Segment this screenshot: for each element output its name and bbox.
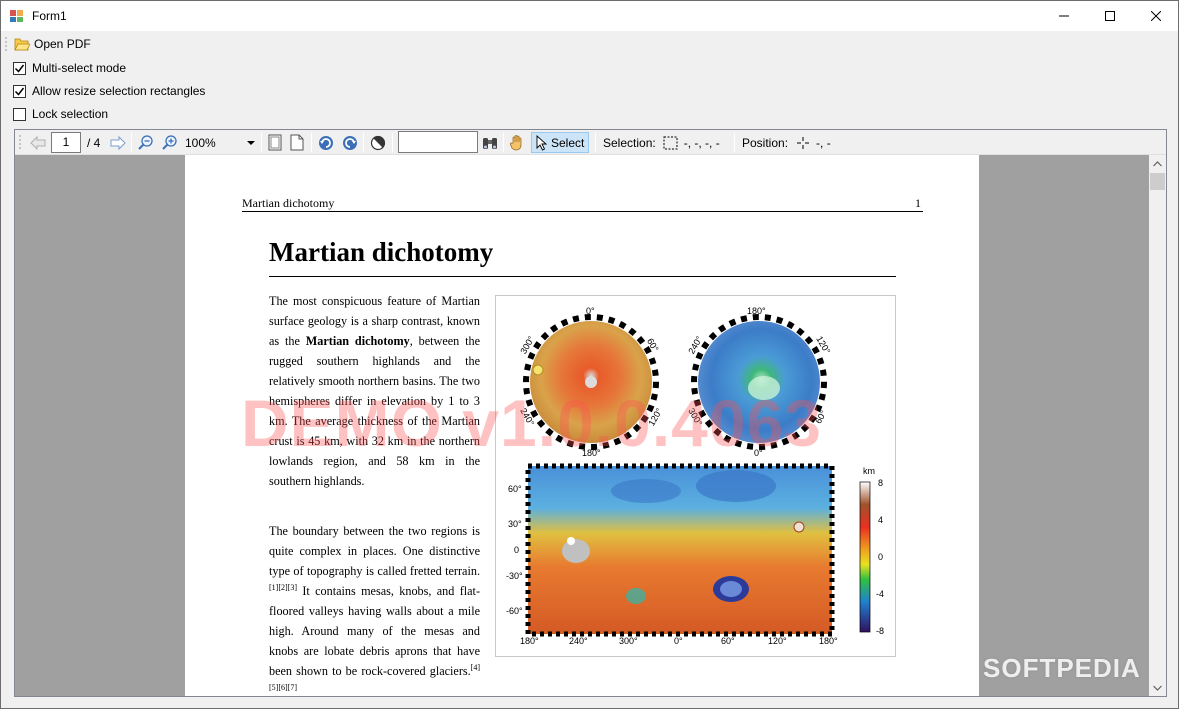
viewer-toolbar-grip[interactable] [19,134,21,150]
checkbox-label: Allow resize selection rectangles [32,84,206,98]
pdf-viewer: 1 / 4 100% Select Selection: -, -, -, - … [14,129,1167,697]
position-readout: Position: -, - [742,132,831,153]
running-header: Martian dichotomy 1 [242,196,923,212]
find-button[interactable] [481,132,499,153]
page-number-input[interactable]: 1 [51,132,81,153]
pdf-page[interactable]: Martian dichotomy 1 Martian dichotomy Th… [185,155,979,696]
fit-page-icon [268,134,282,150]
lock-selection-checkbox[interactable]: Lock selection [13,105,108,123]
allow-resize-checkbox[interactable]: Allow resize selection rectangles [13,82,205,100]
zoom-combobox[interactable]: 100% [183,132,255,153]
close-icon [1151,11,1161,21]
rotate-left-icon [319,135,333,150]
search-input[interactable] [398,130,478,153]
crosshair-icon [797,136,810,149]
close-button[interactable] [1133,1,1179,31]
chevron-up-icon [1153,160,1162,166]
demo-watermark: DEMO v1.0.0.4063 [241,386,822,460]
softpedia-watermark: SOFTPEDIA [983,653,1141,683]
checkbox-box[interactable] [13,84,26,98]
cursor-arrow-icon [536,134,548,151]
app-window: Form1 Open PDF Multi-select mode Allow r… [0,0,1179,709]
select-tool-label: Select [551,135,585,150]
arrow-right-icon [110,135,126,150]
zoom-out-icon [138,134,153,150]
scroll-up-button[interactable] [1149,155,1166,172]
mars-topography-figure: 0° 300° 60° 240° 120° 180° 180° 240° 120… [495,295,896,657]
folder-open-icon [14,38,30,51]
selection-value: -, -, -, - [683,135,720,150]
citation[interactable]: [1][2][3] [269,583,297,592]
zoom-in-button[interactable] [161,132,179,153]
minimize-button[interactable] [1041,1,1087,31]
document-scroll-area[interactable]: Martian dichotomy 1 Martian dichotomy Th… [15,155,1148,696]
open-pdf-label: Open PDF [34,37,91,51]
binoculars-icon [483,137,497,149]
running-header-page-number: 1 [915,196,921,210]
selection-readout: Selection: -, -, -, - [603,132,720,153]
rotate-left-button[interactable] [317,132,335,153]
toolstrip-grip[interactable] [5,36,7,52]
pan-tool-button[interactable] [509,132,525,153]
rotate-right-button[interactable] [341,132,359,153]
zoom-in-icon [162,134,177,150]
running-header-title: Martian dichotomy [242,196,335,210]
selection-label: Selection: [603,135,656,150]
vertical-scrollbar[interactable] [1149,155,1166,696]
article-paragraph: The boundary between the two regions is … [269,524,480,692]
maximize-icon [1105,11,1115,21]
title-rule [269,276,896,277]
hand-icon [509,134,522,150]
arrow-left-icon [30,135,46,150]
checkbox-box[interactable] [13,107,26,121]
elevation-colorbar [859,481,871,633]
checkmark-icon [14,64,25,73]
multi-select-checkbox[interactable]: Multi-select mode [13,59,126,77]
select-tool-button[interactable]: Select [531,132,589,153]
position-label: Position: [742,135,789,150]
page-total-label: / 4 [87,135,101,150]
checkbox-label: Multi-select mode [32,61,127,75]
selection-rect-icon [663,136,678,149]
fit-page-button[interactable] [267,132,283,153]
minimize-icon [1059,15,1069,17]
scroll-thumb[interactable] [1150,173,1165,190]
rotate-right-icon [343,135,357,150]
zoom-value: 100% [185,135,216,150]
checkmark-icon [14,87,25,96]
zoom-out-button[interactable] [137,132,155,153]
window-title: Form1 [32,9,67,23]
position-value: -, - [816,135,831,150]
article-title: Martian dichotomy [269,237,494,267]
chevron-down-icon[interactable] [247,140,255,146]
checkbox-box[interactable] [13,61,26,75]
open-pdf-button[interactable]: Open PDF [12,34,93,54]
contrast-icon [370,135,386,150]
viewer-toolbar: 1 / 4 100% Select Selection: -, -, -, - … [15,130,1166,155]
main-toolstrip: Open PDF [1,32,1178,56]
scroll-down-button[interactable] [1149,679,1166,696]
chevron-down-icon [1153,685,1162,691]
maximize-button[interactable] [1087,1,1133,31]
title-bar: Form1 [1,1,1178,31]
fit-width-button[interactable] [289,132,305,153]
app-form-icon [10,10,23,22]
previous-page-button[interactable] [29,132,47,153]
fit-width-icon [290,134,304,150]
invert-colors-button[interactable] [370,132,386,153]
bold-term: Martian dichotomy [305,334,410,348]
checkbox-label: Lock selection [32,107,109,121]
next-page-button[interactable] [109,132,127,153]
